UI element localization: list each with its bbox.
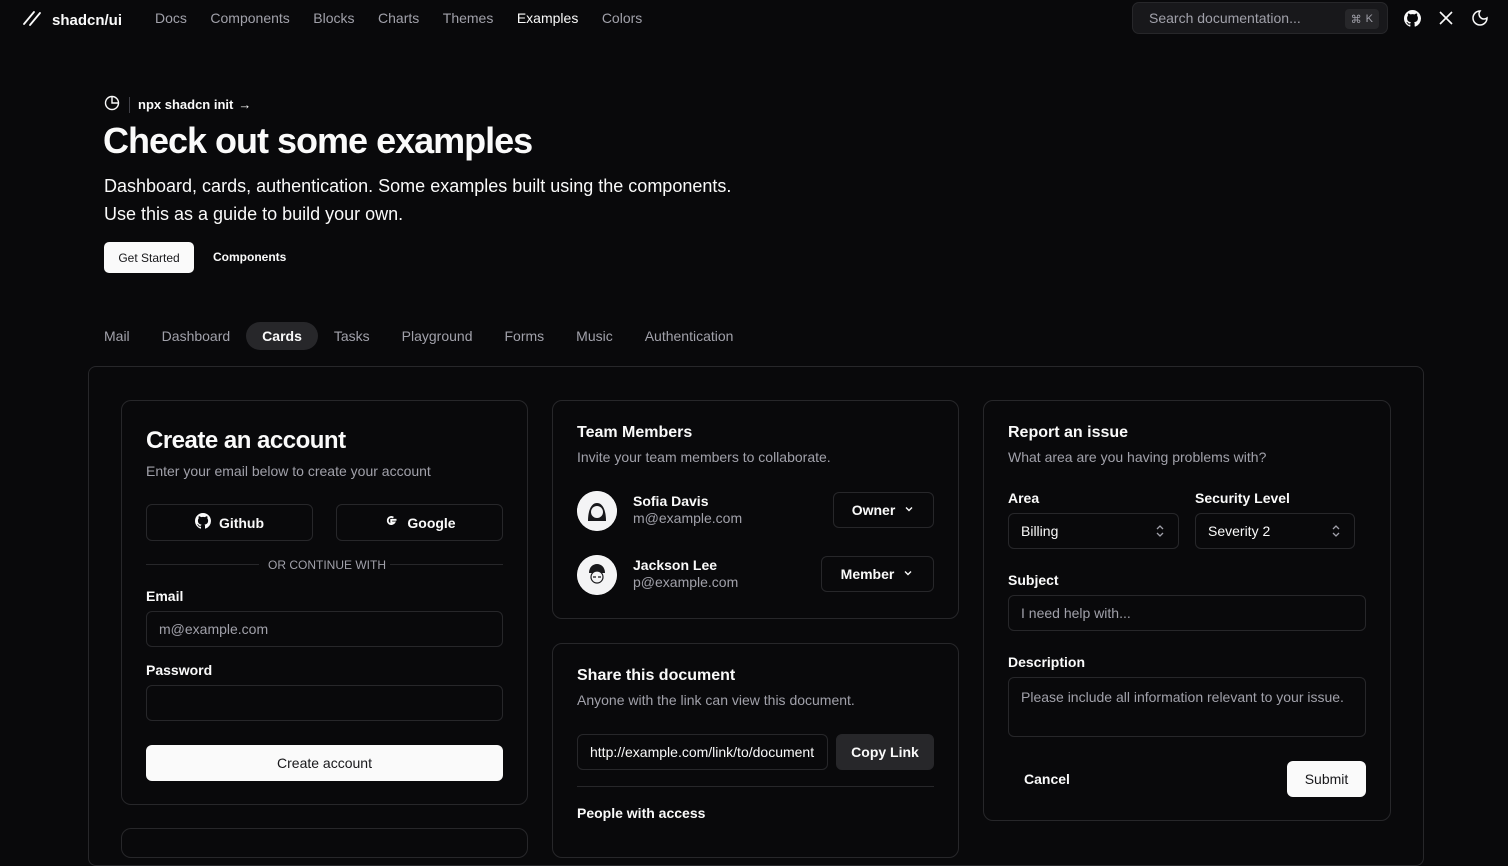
member-email: p@example.com	[633, 574, 739, 590]
github-icon[interactable]	[1402, 8, 1422, 28]
avatar	[577, 555, 617, 595]
security-level-value: Severity 2	[1208, 523, 1271, 539]
command-key-icon: ⌘	[1350, 13, 1362, 26]
chevrons-up-down-icon	[1330, 524, 1342, 541]
separator	[577, 786, 934, 787]
examples-tabs: Mail Dashboard Cards Tasks Playground Fo…	[88, 322, 749, 350]
share-document-subtitle: Anyone with the link can view this docum…	[577, 692, 855, 708]
share-document-card: Share this document Anyone with the link…	[552, 643, 959, 858]
page-description: Dashboard, cards, authentication. Some e…	[104, 172, 784, 228]
google-button[interactable]: Google	[336, 504, 503, 541]
logo[interactable]: shadcn/ui	[22, 8, 122, 33]
create-account-title: Create an account	[146, 427, 346, 454]
member-email: m@example.com	[633, 510, 743, 526]
create-account-subtitle: Enter your email below to create your ac…	[146, 463, 431, 479]
avatar	[577, 491, 617, 531]
area-select[interactable]: Billing	[1008, 513, 1179, 549]
nav-themes[interactable]: Themes	[443, 10, 494, 26]
install-command-badge[interactable]: npx shadcn init →	[104, 95, 251, 114]
chevron-down-icon	[902, 566, 914, 582]
role-label: Member	[840, 566, 895, 582]
logo-text: shadcn/ui	[52, 12, 123, 29]
get-started-button[interactable]: Get Started	[104, 242, 194, 273]
github-icon	[194, 513, 211, 532]
chevron-down-icon	[903, 502, 915, 518]
subject-label: Subject	[1008, 572, 1059, 588]
member-name: Sofia Davis	[633, 493, 709, 509]
copy-link-button[interactable]: Copy Link	[836, 734, 934, 770]
share-link-input[interactable]: http://example.com/link/to/document	[577, 734, 828, 770]
description-label: Description	[1008, 654, 1086, 670]
submit-button[interactable]: Submit	[1287, 761, 1366, 797]
github-button[interactable]: Github	[146, 504, 313, 541]
role-label: Owner	[851, 502, 896, 518]
create-account-card: Create an account Enter your email below…	[121, 400, 528, 805]
cancel-button[interactable]: Cancel	[1024, 771, 1070, 787]
tab-tasks[interactable]: Tasks	[318, 322, 386, 350]
team-members-title: Team Members	[577, 424, 693, 441]
role-select-owner[interactable]: Owner	[833, 492, 934, 528]
header-icon-links	[1402, 8, 1490, 28]
arrow-right-icon: →	[238, 97, 252, 112]
tab-cards[interactable]: Cards	[246, 322, 318, 350]
description-line-2: Use this as a guide to build your own.	[104, 204, 404, 224]
email-input[interactable]: m@example.com	[146, 611, 503, 647]
shortcut-key: K	[1365, 13, 1373, 25]
security-level-select[interactable]: Severity 2	[1195, 513, 1355, 549]
role-select-member[interactable]: Member	[821, 556, 934, 592]
nav-examples[interactable]: Examples	[517, 10, 578, 26]
top-navigation-bar: shadcn/ui Docs Components Blocks Charts …	[0, 0, 1508, 36]
tab-authentication[interactable]: Authentication	[629, 322, 750, 350]
github-button-label: Github	[218, 514, 265, 531]
tab-forms[interactable]: Forms	[488, 322, 560, 350]
main-nav: Docs Components Blocks Charts Themes Exa…	[155, 10, 642, 26]
report-issue-subtitle: What area are you having problems with?	[1008, 449, 1267, 465]
member-name: Jackson Lee	[633, 557, 718, 573]
people-with-access-heading: People with access	[577, 805, 706, 821]
nav-components[interactable]: Components	[210, 10, 289, 26]
search-placeholder: Search documentation...	[1149, 10, 1301, 26]
tab-dashboard[interactable]: Dashboard	[146, 322, 247, 350]
password-input[interactable]	[146, 685, 503, 721]
email-label: Email	[146, 588, 184, 604]
divider-line-left	[146, 564, 259, 565]
password-label: Password	[146, 662, 213, 678]
keyboard-shortcut-badge: ⌘ K	[1344, 9, 1379, 29]
logo-icon	[22, 8, 42, 33]
description-textarea[interactable]: Please include all information relevant …	[1008, 677, 1366, 737]
google-button-label: Google	[407, 514, 456, 531]
report-issue-card: Report an issue What area are you having…	[983, 400, 1391, 821]
search-documentation-button[interactable]: Search documentation... ⌘ K	[1132, 2, 1388, 34]
tab-playground[interactable]: Playground	[386, 322, 489, 350]
nav-colors[interactable]: Colors	[602, 10, 642, 26]
description-line-1: Dashboard, cards, authentication. Some e…	[104, 176, 732, 196]
chevrons-up-down-icon	[1154, 524, 1166, 541]
install-command-text: npx shadcn init	[138, 97, 234, 112]
nav-docs[interactable]: Docs	[155, 10, 187, 26]
x-twitter-icon[interactable]	[1436, 8, 1456, 28]
components-button[interactable]: Components	[213, 250, 286, 264]
area-value: Billing	[1021, 523, 1059, 539]
share-document-title: Share this document	[577, 667, 736, 684]
team-members-subtitle: Invite your team members to collaborate.	[577, 449, 831, 465]
theme-toggle-icon[interactable]	[1470, 8, 1490, 28]
next-card-edge	[121, 828, 528, 858]
report-issue-title: Report an issue	[1008, 424, 1129, 441]
tab-music[interactable]: Music	[560, 322, 629, 350]
subject-input[interactable]: I need help with...	[1008, 595, 1366, 631]
nav-charts[interactable]: Charts	[378, 10, 419, 26]
google-icon	[383, 513, 399, 532]
tab-mail[interactable]: Mail	[88, 322, 146, 350]
security-level-label: Security Level	[1195, 490, 1290, 506]
divider-text: OR CONTINUE WITH	[268, 558, 386, 572]
nav-blocks[interactable]: Blocks	[313, 10, 354, 26]
page-title: Check out some examples	[103, 120, 533, 161]
team-members-card: Team Members Invite your team members to…	[552, 400, 959, 619]
pie-chart-icon	[104, 95, 120, 114]
badge-separator	[129, 96, 130, 113]
area-label: Area	[1008, 490, 1040, 506]
divider-line-right	[390, 564, 503, 565]
create-account-button[interactable]: Create account	[146, 745, 503, 781]
